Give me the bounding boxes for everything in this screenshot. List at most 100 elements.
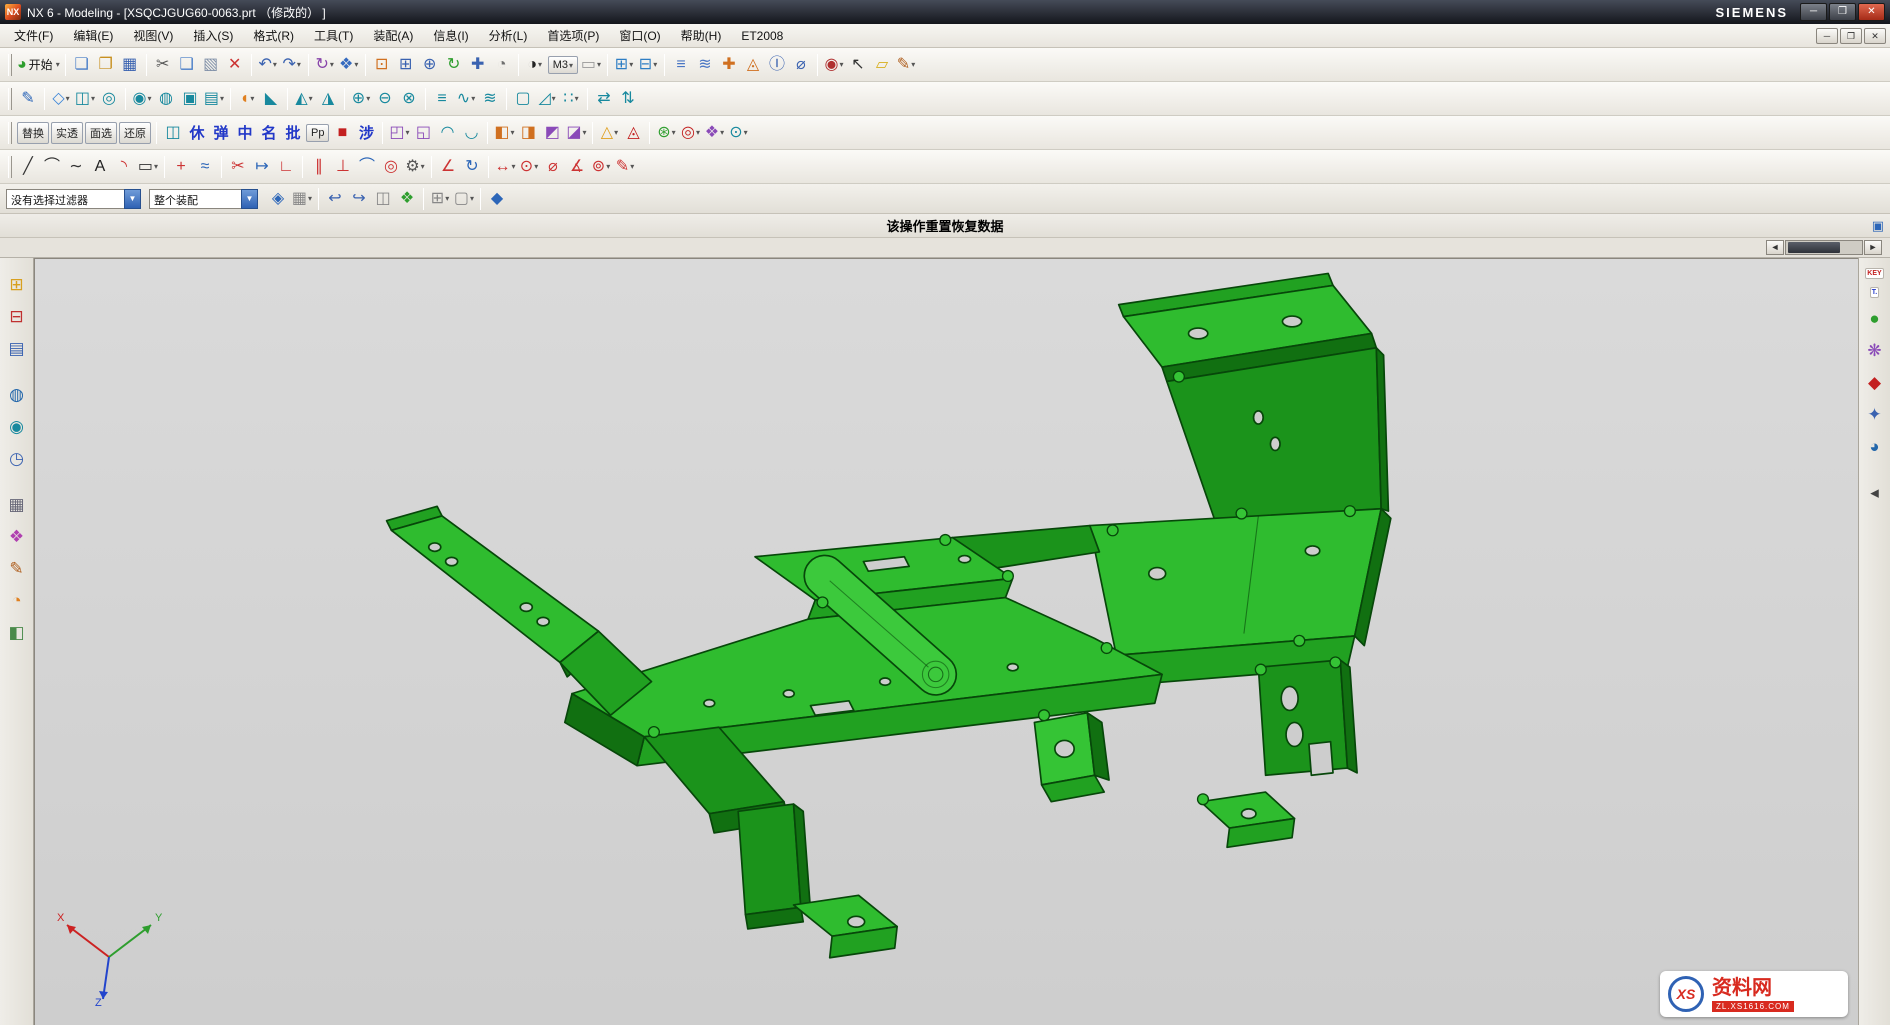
more-tools-button[interactable]: ⊙▾	[726, 120, 750, 146]
dropdown-arrow-icon[interactable]: ▾	[583, 128, 587, 137]
selection-scope-value[interactable]: 整个装配	[149, 189, 241, 209]
dropdown-arrow-icon[interactable]: ▾	[470, 194, 474, 203]
constraint-parallel-button[interactable]: ∥	[307, 154, 331, 180]
sphere-icon[interactable]: ◕	[1862, 433, 1888, 459]
unite-button[interactable]: ⊕▾	[349, 86, 373, 112]
layer-visible-in-view-button[interactable]: ≋	[693, 52, 717, 78]
hole-button[interactable]: ◉▾	[130, 86, 154, 112]
direct-sketch-button[interactable]: ✎	[16, 86, 40, 112]
command-finder-button[interactable]: ❖▾	[337, 52, 361, 78]
dropdown-arrow-icon[interactable]: ▾	[154, 162, 158, 171]
wireframe-select-button[interactable]: ▢▾	[452, 186, 476, 212]
assembly-navigator-icon[interactable]: ⊞	[4, 271, 30, 297]
macro-ming-button[interactable]: 名	[258, 122, 280, 143]
dropdown-arrow-icon[interactable]: ▾	[672, 128, 676, 137]
dropdown-arrow-icon[interactable]: ▾	[911, 60, 915, 69]
auto-constrain-button[interactable]: ⚙▾	[403, 154, 427, 180]
dropdown-arrow-icon[interactable]: ▾	[66, 94, 70, 103]
system-scenes-icon[interactable]: ▦	[4, 491, 30, 517]
background-style-button[interactable]: ▭▾	[579, 52, 603, 78]
dropdown-arrow-icon[interactable]: ▾	[297, 60, 301, 69]
dropdown-arrow-icon[interactable]: ▾	[614, 128, 618, 137]
graphics-viewport[interactable]: X Y Z XS 资料网 ZL.XS1616.COM	[34, 258, 1858, 1025]
annotation-pen-icon[interactable]: ✎	[4, 555, 30, 581]
through-curves-button[interactable]: ≋	[478, 86, 502, 112]
information-button[interactable]: Ⓘ	[765, 52, 789, 78]
sweep-button[interactable]: ∿▾	[454, 86, 478, 112]
undo-button[interactable]: ↶▾	[256, 52, 280, 78]
datum-plane-button[interactable]: ◇▾	[49, 86, 73, 112]
face-select-button[interactable]: 面选	[85, 122, 117, 144]
pattern-feature-button[interactable]: ∷▾	[559, 86, 583, 112]
show-constraints-button[interactable]: ∠	[436, 154, 460, 180]
internet-browser-icon[interactable]: ◧	[4, 619, 30, 645]
menu-file[interactable]: 文件(F)	[5, 25, 62, 46]
dropdown-arrow-icon[interactable]: ▾	[575, 94, 579, 103]
dropdown-arrow-icon[interactable]: ▾	[538, 60, 542, 69]
macro-she-button[interactable]: 涉	[355, 122, 377, 143]
angular-dimension-button[interactable]: ∡	[565, 154, 589, 180]
dropdown-arrow-icon[interactable]: ▾	[597, 60, 601, 69]
dropdown-arrow-icon[interactable]: ▾	[250, 94, 254, 103]
feature-group-button[interactable]: ❖▾	[702, 120, 726, 146]
cut-button[interactable]: ✂	[151, 52, 175, 78]
measure-button[interactable]: ⌀	[789, 52, 813, 78]
menu-preferences[interactable]: 首选项(P)	[538, 25, 608, 46]
shaded-style-button[interactable]: ◑▾	[523, 52, 547, 78]
pan-view-button[interactable]: ✚	[466, 52, 490, 78]
delete-button[interactable]: ✕	[223, 52, 247, 78]
part-navigator-icon[interactable]: ▤	[4, 335, 30, 361]
extrude-button[interactable]: ◫▾	[73, 86, 97, 112]
dimple-button[interactable]: ◪▾	[564, 120, 588, 146]
solid-translucent-button[interactable]: 实透	[51, 122, 83, 144]
bend-button[interactable]: ◠	[435, 120, 459, 146]
dropdown-arrow-icon[interactable]: ▾	[91, 94, 95, 103]
render-style-m3-button[interactable]: M3▾	[548, 56, 578, 74]
quick-trim-button[interactable]: ✂	[226, 154, 250, 180]
menu-tools[interactable]: 工具(T)	[305, 25, 362, 46]
unbend-button[interactable]: ◡	[459, 120, 483, 146]
dropdown-arrow-icon[interactable]: ▾	[471, 94, 475, 103]
dropdown-arrow-icon[interactable]: ▾	[220, 94, 224, 103]
dropdown-arrow-icon[interactable]: ▾	[308, 194, 312, 203]
chamfer-button[interactable]: ◣	[259, 86, 283, 112]
start-menu-button[interactable]: ◕开始▾	[16, 52, 61, 78]
annotation-pencil-button[interactable]: ✎▾	[894, 52, 918, 78]
menu-assemblies[interactable]: 装配(A)	[364, 25, 422, 46]
scroll-right-button[interactable]: ►	[1864, 240, 1882, 255]
toolbar-drag-handle[interactable]	[8, 88, 12, 110]
make-corner-button[interactable]: ∟	[274, 154, 298, 180]
key-shortcut-icon[interactable]: KEY	[1865, 268, 1883, 279]
prompt-history-icon[interactable]: ▣	[1872, 218, 1884, 234]
zoom-in-out-button[interactable]: ⊕	[418, 52, 442, 78]
toolbar-drag-handle[interactable]	[8, 122, 12, 144]
dropdown-arrow-icon[interactable]: ▾	[147, 94, 151, 103]
stamp-button[interactable]: ◧▾	[492, 120, 516, 146]
sheet-metal-part[interactable]	[35, 259, 1858, 1025]
redo-button[interactable]: ↷▾	[280, 52, 304, 78]
dropdown-arrow-icon[interactable]: ▾	[445, 194, 449, 203]
paste-button[interactable]: ▧	[199, 52, 223, 78]
dropdown-arrow-icon[interactable]: ▾	[56, 60, 60, 69]
collapse-panel-arrow[interactable]: ◂	[1862, 479, 1888, 505]
utility-gear-button[interactable]: ⊛▾	[654, 120, 678, 146]
dropdown-arrow-icon[interactable]: ▾	[511, 128, 515, 137]
interior-edges-button[interactable]: ⊞▾	[428, 186, 452, 212]
split-body-button[interactable]: ◮	[316, 86, 340, 112]
sketch-line-button[interactable]: ╱	[16, 154, 40, 180]
constraint-perpendicular-button[interactable]: ⊥	[331, 154, 355, 180]
menu-insert[interactable]: 插入(S)	[184, 25, 242, 46]
thicken-button[interactable]: ≡	[430, 86, 454, 112]
boss-button[interactable]: ◍	[154, 86, 178, 112]
revolve-button[interactable]: ◎	[97, 86, 121, 112]
menu-format[interactable]: 格式(R)	[244, 25, 303, 46]
menu-help[interactable]: 帮助(H)	[672, 25, 731, 46]
new-file-button[interactable]: ❏	[70, 52, 94, 78]
selection-scope-combo[interactable]: 整个装配 ▼	[149, 189, 258, 209]
sketch-arc-button[interactable]: ⌒	[40, 154, 64, 180]
forming-rib-button[interactable]: ◰▾	[387, 120, 411, 146]
dropdown-arrow-icon[interactable]: ▾	[330, 60, 334, 69]
previous-selection-button[interactable]: ↩	[323, 186, 347, 212]
quick-extend-button[interactable]: ↦	[250, 154, 274, 180]
louver-button[interactable]: ◨	[516, 120, 540, 146]
